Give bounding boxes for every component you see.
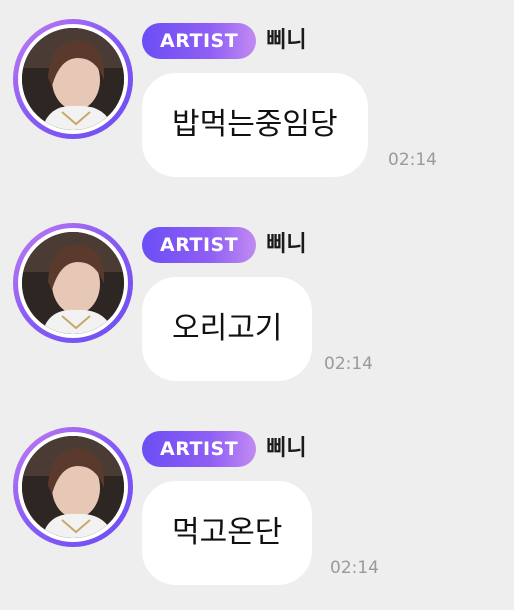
artist-badge: ARTIST bbox=[142, 431, 257, 467]
avatar[interactable] bbox=[13, 427, 133, 547]
message-bubble[interactable]: 오리고기 bbox=[142, 277, 313, 381]
artist-badge: ARTIST bbox=[142, 227, 257, 263]
message-time: 02:14 bbox=[388, 150, 437, 170]
chat-message: ARTIST 삐니 먹고온단 02:14 bbox=[0, 408, 514, 588]
artist-badge: ARTIST bbox=[142, 23, 257, 59]
sender-name[interactable]: 삐니 bbox=[266, 23, 306, 59]
chat-message: ARTIST 삐니 오리고기 02:14 bbox=[0, 204, 514, 384]
avatar-photo bbox=[22, 28, 124, 130]
avatar[interactable] bbox=[13, 223, 133, 343]
message-bubble[interactable]: 밥먹는중임당 bbox=[142, 73, 368, 177]
sender-name[interactable]: 삐니 bbox=[266, 227, 306, 263]
chat-feed: ARTIST 삐니 밥먹는중임당 02:14 ARTIST 삐니 오리고기 02… bbox=[0, 0, 514, 610]
avatar-photo bbox=[22, 232, 124, 334]
sender-row: ARTIST 삐니 bbox=[142, 227, 307, 263]
sender-row: ARTIST 삐니 bbox=[142, 431, 307, 467]
message-time: 02:14 bbox=[324, 354, 373, 374]
avatar[interactable] bbox=[13, 19, 133, 139]
sender-row: ARTIST 삐니 bbox=[142, 23, 307, 59]
sender-name[interactable]: 삐니 bbox=[266, 431, 306, 467]
avatar-photo bbox=[22, 436, 124, 538]
message-bubble[interactable]: 먹고온단 bbox=[142, 481, 313, 585]
message-time: 02:14 bbox=[330, 558, 379, 578]
chat-message: ARTIST 삐니 밥먹는중임당 02:14 bbox=[0, 0, 514, 180]
